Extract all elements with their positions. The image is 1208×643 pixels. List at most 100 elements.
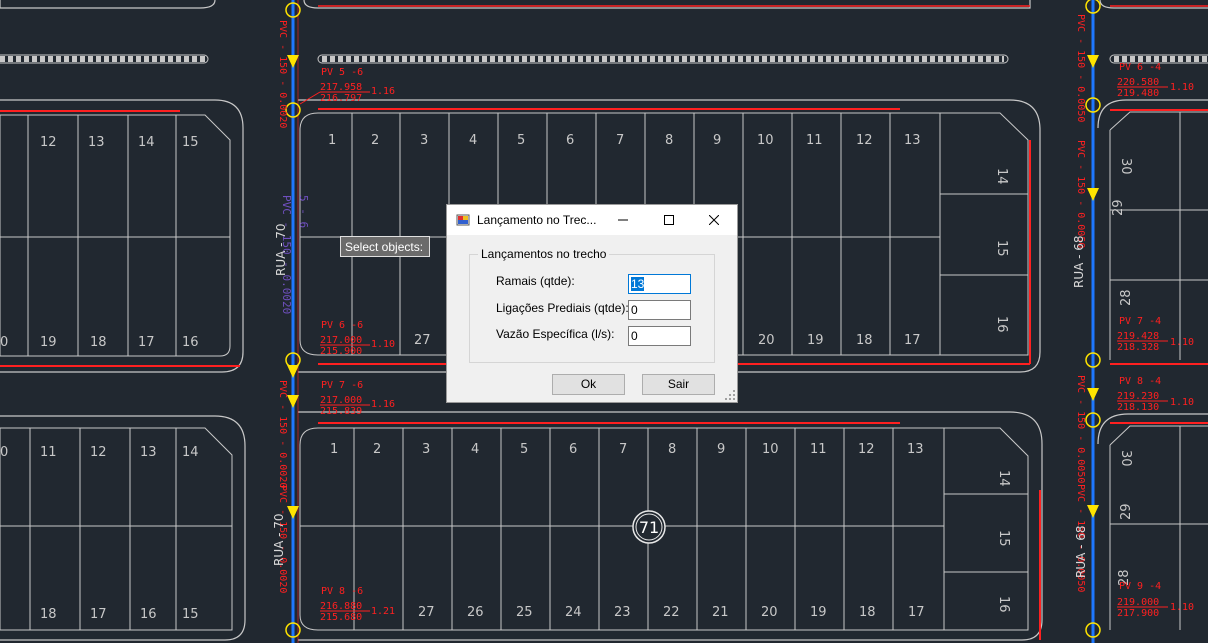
svg-text:19: 19 [810,605,827,620]
svg-text:20: 20 [761,605,778,620]
pv-annotation-left-4: PV 8 -6 216.880 215.680 1.21 [320,586,395,623]
minimize-icon [618,219,628,221]
ligacoes-input[interactable]: 0 [628,300,691,320]
svg-text:14: 14 [996,470,1011,487]
svg-text:217.000: 217.000 [320,335,362,346]
svg-text:7: 7 [616,133,624,148]
svg-text:1.10: 1.10 [1170,602,1194,613]
svg-text:PV 7 -6: PV 7 -6 [321,380,363,391]
svg-text:7: 7 [619,442,627,457]
ok-button[interactable]: Ok [552,374,625,395]
svg-text:13: 13 [88,135,105,150]
svg-text:3: 3 [420,133,428,148]
svg-text:17: 17 [908,605,925,620]
svg-text:220.580: 220.580 [1117,77,1159,88]
dialog-titlebar[interactable]: Lançamento no Trec... [447,205,737,235]
svg-text:4: 4 [471,442,479,457]
svg-text:219.000: 219.000 [1117,597,1159,608]
maximize-button[interactable] [646,205,692,235]
svg-text:10: 10 [757,133,774,148]
svg-text:17: 17 [90,607,107,622]
svg-text:1.10: 1.10 [1170,337,1194,348]
svg-text:215.900: 215.900 [320,346,362,357]
pv-annotation-right-4: PV 9 -4 219.000 217.900 1.10 [1117,581,1194,619]
pipe-label: PVC - 150 - 0.0050 [1075,140,1086,248]
svg-text:PV 6 -6: PV 6 -6 [321,320,363,331]
street-label: RUA - 68 [1074,525,1088,578]
svg-text:15: 15 [996,530,1011,547]
pv-annotation-left-1: PV 5 -6 217.958 216.797 1.16 [299,67,395,105]
svg-text:23: 23 [614,605,631,620]
svg-text:218.130: 218.130 [1117,402,1159,413]
svg-text:29: 29 [1111,199,1126,216]
svg-text:12: 12 [90,445,107,460]
svg-text:19: 19 [40,335,57,350]
svg-text:18: 18 [40,607,57,622]
svg-text:2: 2 [371,133,379,148]
pv-annotation-right-1: PV 6 -4 220.580 219.480 1.10 [1117,62,1194,99]
command-tooltip: Select objects: [340,236,430,257]
exit-button[interactable]: Sair [642,374,715,395]
svg-text:16: 16 [140,607,157,622]
svg-text:17: 17 [904,333,921,348]
ramais-label: Ramais (qtde): [496,274,575,288]
svg-text:6: 6 [569,442,577,457]
svg-text:216.797: 216.797 [320,93,362,104]
svg-text:16: 16 [994,316,1009,333]
pipe-label-magenta: 5 - 6 [297,195,310,228]
svg-text:18: 18 [859,605,876,620]
svg-text:30: 30 [1118,158,1133,175]
svg-text:28: 28 [1119,289,1134,306]
dialog-title: Lançamento no Trec... [477,213,597,227]
svg-text:12: 12 [858,442,875,457]
svg-text:24: 24 [565,605,582,620]
street-label: RUA - 68 [1072,235,1086,288]
svg-text:8: 8 [665,133,673,148]
svg-text:11: 11 [810,442,827,457]
svg-text:15: 15 [182,135,199,150]
pv-annotation-right-3: PV 8 -4 219.230 218.130 1.10 [1117,376,1194,413]
svg-text:3: 3 [422,442,430,457]
svg-text:14: 14 [182,445,199,460]
svg-text:21: 21 [712,605,729,620]
maximize-icon [664,215,674,225]
svg-text:11: 11 [40,445,57,460]
svg-text:14: 14 [994,168,1009,185]
svg-text:217.900: 217.900 [1117,608,1159,619]
svg-text:19: 19 [807,333,824,348]
svg-text:13: 13 [907,442,924,457]
ramais-input[interactable]: 13 [628,274,691,294]
street-label: RUA - 70 [274,223,288,276]
svg-text:27: 27 [414,333,431,348]
minimize-button[interactable] [600,205,646,235]
vazao-label: Vazão Específica (l/s): [496,327,615,341]
pipe-label: PVC - 150 - 0.0020 [277,380,288,488]
svg-text:6: 6 [566,133,574,148]
svg-text:30: 30 [1118,450,1133,467]
svg-text:4: 4 [469,133,477,148]
svg-text:8: 8 [668,442,676,457]
close-button[interactable] [691,205,737,235]
svg-text:PV 5 -6: PV 5 -6 [321,67,363,78]
svg-text:16: 16 [182,335,199,350]
svg-text:PV 8 -6: PV 8 -6 [321,586,363,597]
svg-text:26: 26 [467,605,484,620]
street-label: RUA - 70 [272,513,286,566]
svg-text:17: 17 [138,335,155,350]
svg-text:27: 27 [418,605,435,620]
pv-annotation-left-2: PV 6 -6 217.000 215.900 1.10 [320,320,395,357]
svg-text:219.428: 219.428 [1117,331,1159,342]
svg-text:15: 15 [994,240,1009,257]
svg-text:13: 13 [904,133,921,148]
svg-text:0: 0 [0,445,8,460]
svg-text:15: 15 [182,607,199,622]
pipe-label: PVC - 150 - 0.0050 [1075,375,1086,483]
svg-text:13: 13 [140,445,157,460]
pv-annotation-right-2: PV 7 -4 219.428 218.328 1.10 [1117,316,1194,353]
svg-text:1.21: 1.21 [371,606,395,617]
svg-text:16: 16 [996,596,1011,613]
svg-text:22: 22 [663,605,680,620]
svg-text:29: 29 [1119,503,1134,520]
vazao-input[interactable]: 0 [628,326,691,346]
resize-grip-icon[interactable] [725,390,735,400]
